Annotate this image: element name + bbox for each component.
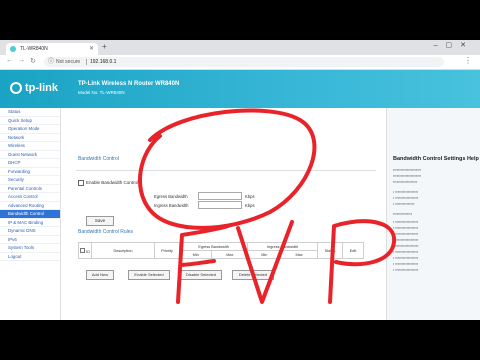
- help-line: • ▪▪▪▪▪▪▪▪▪▪▪▪▪▪▪▪▪▪: [393, 256, 419, 260]
- col-egress-max: Max: [211, 250, 249, 259]
- help-line: ▪▪▪▪▪▪▪▪▪▪▪▪▪▪▪▪▪▪▪: [393, 180, 418, 184]
- url-text: 192.168.0.1: [90, 59, 117, 65]
- col-ingress-header: Ingress Bandwidth: [247, 242, 318, 251]
- address-bar[interactable]: ⓘ Not secure 192.168.0.1: [44, 57, 444, 67]
- help-line: ▪▪▪▪▪▪▪▪▪▪▪▪▪▪▪▪▪▪▪▪: [393, 238, 419, 242]
- sidebar-item-security[interactable]: Security: [0, 176, 60, 185]
- egress-unit: Kbps: [245, 194, 255, 199]
- help-line: • ▪▪▪▪▪▪▪▪▪▪▪▪▪▪▪▪▪▪: [393, 196, 419, 200]
- select-all-checkbox[interactable]: [80, 247, 86, 253]
- reload-icon[interactable]: ↻: [30, 57, 36, 65]
- favicon-icon: [10, 46, 16, 52]
- help-line: • ▪▪▪▪▪▪▪▪▪▪▪▪▪▪▪▪▪▪: [393, 226, 419, 230]
- sidebar-item-operation-mode[interactable]: Operation Mode: [0, 125, 60, 134]
- rules-title: Bandwidth Control Rules: [78, 229, 134, 235]
- model-number: Model No. TL-WR840N: [78, 90, 125, 95]
- enable-checkbox[interactable]: [78, 180, 84, 186]
- help-line: • ▪▪▪▪▪▪▪▪▪▪▪▪▪▪▪▪▪▪: [393, 250, 419, 254]
- col-egress-header: Egress Bandwidth: [178, 242, 249, 251]
- sidebar-item-advanced-routing[interactable]: Advanced Routing: [0, 202, 60, 210]
- help-panel: Bandwidth Control Settings Help ▪▪▪▪▪▪▪▪…: [386, 108, 480, 320]
- help-line: • ▪▪▪▪▪▪▪▪▪▪▪▪▪▪▪▪▪▪: [393, 262, 419, 266]
- egress-row: Egress Bandwidth Kbps: [154, 192, 255, 200]
- col-description-header: Description: [91, 242, 155, 259]
- sidebar-item-system-tools[interactable]: System Tools: [0, 244, 60, 253]
- col-ingress-min: Min: [247, 250, 282, 259]
- sidebar-item-ipv6[interactable]: IPv6: [0, 236, 60, 244]
- col-egress-min: Min: [178, 250, 213, 259]
- sidebar-item-dhcp[interactable]: DHCP: [0, 159, 60, 168]
- help-line: ▪▪▪▪▪▪▪▪▪▪▪▪▪▪▪▪▪▪▪▪▪▪: [393, 168, 422, 172]
- help-title: Bandwidth Control Settings Help: [393, 156, 479, 162]
- router-header: tp-link TP-Link Wireless N Router WR840N…: [0, 70, 480, 108]
- tab-title: TL-WR840N: [20, 46, 48, 52]
- ingress-row: Ingress Bandwidth Kbps: [154, 201, 255, 209]
- save-button[interactable]: Save: [86, 216, 114, 226]
- info-icon[interactable]: ⓘ: [48, 57, 54, 67]
- rules-table: ID Description Priority Egress Bandwidth…: [78, 242, 364, 259]
- sidebar-menu: Status Quick Setup Operation Mode Networ…: [0, 108, 61, 320]
- screen: TL-WR840N ✕ + –▢✕ ← → ↻ ⓘ Not secure 192…: [0, 40, 480, 320]
- enable-label: Enable Bandwidth Control: [86, 180, 139, 186]
- new-tab-icon[interactable]: +: [102, 42, 107, 51]
- help-line: • ▪▪▪▪▪▪▪▪▪▪▪▪▪▪▪: [393, 202, 415, 206]
- sidebar-item-dynamic-dns[interactable]: Dynamic DNS: [0, 227, 60, 236]
- section-title: Bandwidth Control: [78, 156, 119, 162]
- window-controls[interactable]: –▢✕: [434, 41, 474, 49]
- help-line: • ▪▪▪▪▪▪▪▪▪▪▪▪▪▪▪▪▪▪: [393, 268, 419, 272]
- sidebar-item-ip-mac-binding[interactable]: IP & MAC Binding: [0, 219, 60, 227]
- sidebar-item-quick-setup[interactable]: Quick Setup: [0, 117, 60, 125]
- product-title: TP-Link Wireless N Router WR840N: [78, 81, 180, 87]
- sidebar-item-forwarding[interactable]: Forwarding: [0, 168, 60, 176]
- back-icon[interactable]: ←: [6, 57, 13, 64]
- add-new-button[interactable]: Add New: [86, 270, 114, 280]
- section-divider: [76, 170, 376, 171]
- browser-tab-strip: TL-WR840N ✕ + –▢✕: [0, 40, 480, 55]
- sidebar-item-bandwidth-control[interactable]: Bandwidth Control: [0, 210, 60, 219]
- table-header-row: ID Description Priority Egress Bandwidth…: [78, 242, 364, 259]
- security-status: Not secure: [56, 59, 81, 65]
- logo-mark-icon: [10, 82, 22, 95]
- sidebar-item-network[interactable]: Network: [0, 134, 60, 142]
- enable-bandwidth-control-row[interactable]: Enable Bandwidth Control: [78, 180, 138, 186]
- ingress-bandwidth-input[interactable]: [198, 201, 242, 209]
- disable-selected-button[interactable]: Disable Selected: [180, 270, 222, 280]
- sidebar-item-wireless[interactable]: Wireless: [0, 142, 60, 151]
- logo-text: tp-link: [25, 82, 58, 94]
- egress-bandwidth-input[interactable]: [198, 192, 242, 200]
- sidebar-item-status[interactable]: Status: [0, 108, 60, 117]
- ingress-unit: Kbps: [245, 203, 255, 208]
- close-tab-icon[interactable]: ✕: [89, 43, 94, 55]
- forward-icon[interactable]: →: [18, 57, 25, 64]
- browser-tab[interactable]: TL-WR840N ✕: [6, 43, 98, 55]
- egress-label: Egress Bandwidth: [154, 194, 188, 199]
- sidebar-item-logout[interactable]: Logout: [0, 253, 60, 261]
- main-panel: Bandwidth Control Enable Bandwidth Contr…: [62, 108, 378, 320]
- enable-selected-button[interactable]: Enable Selected: [128, 270, 170, 280]
- ingress-label: Ingress Bandwidth: [154, 203, 189, 208]
- help-line: • ▪▪▪▪▪▪▪▪▪▪▪▪▪▪▪▪▪▪: [393, 190, 419, 194]
- col-ingress-max: Max: [280, 250, 318, 259]
- col-priority-header: Priority: [154, 242, 180, 259]
- help-line: • ▪▪▪▪▪▪▪▪▪▪▪▪▪▪▪▪▪▪: [393, 220, 419, 224]
- col-id-header: ID: [78, 242, 92, 259]
- sidebar-item-guest-network[interactable]: Guest Network: [0, 151, 60, 159]
- help-line: • ▪▪▪▪▪▪▪▪▪▪▪▪▪▪▪▪▪▪: [393, 232, 419, 236]
- delete-selected-button[interactable]: Delete Selected: [232, 270, 274, 280]
- help-line: ▪▪▪▪▪▪▪▪▪▪▪▪▪▪▪▪▪▪▪▪: [393, 244, 419, 248]
- browser-toolbar: ← → ↻ ⓘ Not secure 192.168.0.1 ⋮: [0, 55, 480, 70]
- omnibox-divider: [86, 59, 87, 65]
- help-line: ▪▪▪▪▪▪▪▪▪▪▪▪▪▪▪▪▪▪▪▪▪▪: [393, 174, 422, 178]
- browser-menu-icon[interactable]: ⋮: [464, 56, 472, 65]
- help-line: ▪▪▪▪▪▪▪▪▪▪▪▪▪▪▪: [393, 212, 413, 216]
- tplink-logo: tp-link: [10, 82, 58, 95]
- sidebar-item-parental-controls[interactable]: Parental Controls: [0, 185, 60, 193]
- col-status-header: Status: [317, 242, 343, 259]
- col-edit-header: Edit: [342, 242, 364, 259]
- sidebar-item-access-control[interactable]: Access Control: [0, 193, 60, 202]
